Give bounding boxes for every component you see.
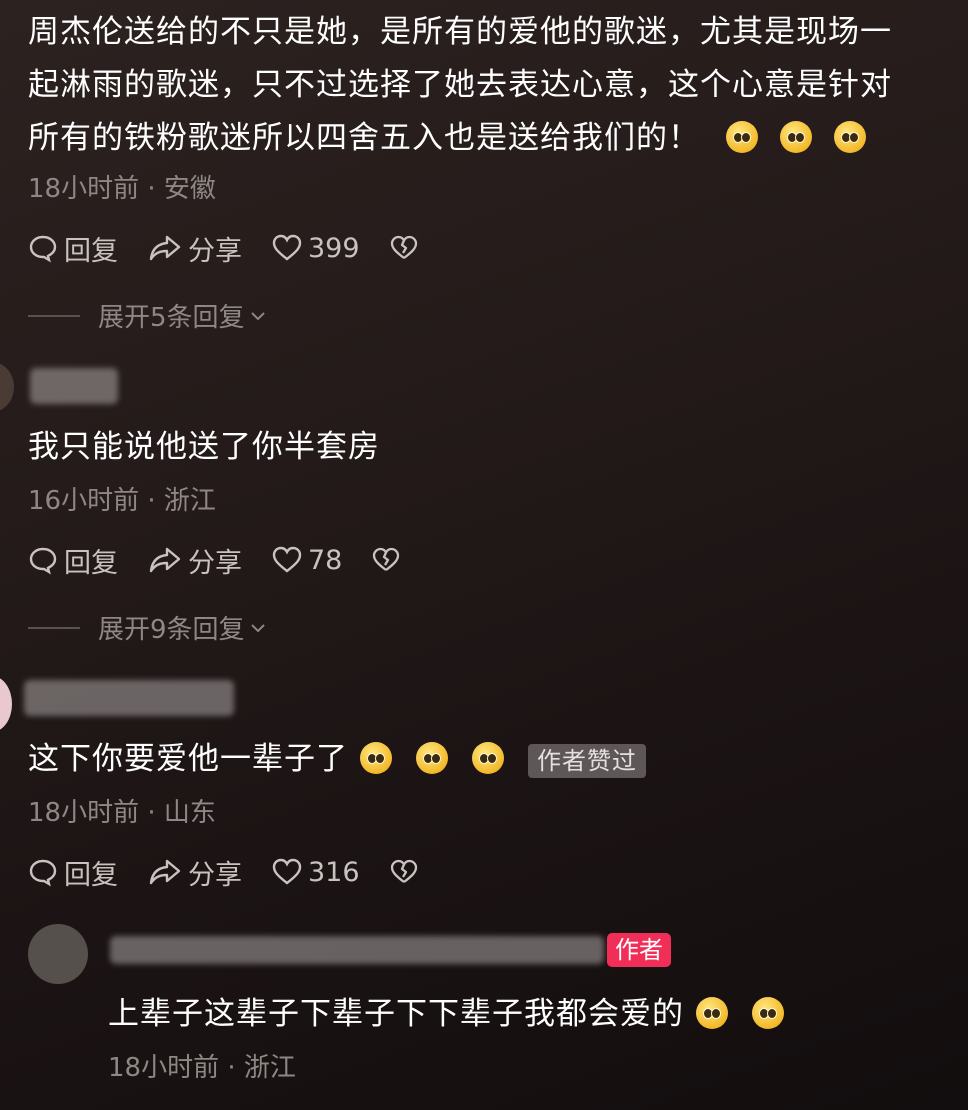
reply-text: 上辈子这辈子下辈子下下辈子我都会爱的 <box>108 988 790 1041</box>
divider <box>28 626 80 629</box>
share-button[interactable]: 分享 <box>148 541 242 580</box>
comment-text-line: 所有的铁粉歌迷所以四舍五入也是送给我们的！ <box>28 120 700 156</box>
dislike-button[interactable] <box>390 859 424 885</box>
comment-text: 这下你要爱他一辈子了 作者赞过 <box>28 733 646 786</box>
loudly-crying-face-emoji <box>696 996 728 1029</box>
share-button[interactable]: 分享 <box>148 229 242 268</box>
avatar[interactable] <box>0 676 12 732</box>
share-icon <box>149 859 181 885</box>
like-button[interactable]: 399 <box>272 233 360 264</box>
chevron-down-icon <box>250 623 265 632</box>
comment-actions: 回复 分享 316 <box>28 852 454 892</box>
comment-text: 周杰伦送给的不只是她，是所有的爱他的歌迷，尤其是现场一 起淋雨的歌迷，只不过选择… <box>28 6 892 165</box>
comment-timestamp: 16小时前 · 浙江 <box>28 486 216 516</box>
reply-text-content: 上辈子这辈子下辈子下下辈子我都会爱的 <box>108 996 684 1032</box>
comment-text-line: 起淋雨的歌迷，只不过选择了她去表达心意，这个心意是针对 <box>28 67 892 103</box>
broken-heart-icon <box>390 235 417 259</box>
blurred-username[interactable] <box>110 936 604 964</box>
divider <box>28 314 80 317</box>
comment-actions: 回复 分享 78 <box>28 540 436 580</box>
comment-text: 我只能说他送了你半套房 <box>28 429 380 465</box>
comment-timestamp: 18小时前 · 安徽 <box>28 174 216 204</box>
dislike-button[interactable] <box>372 547 406 573</box>
reply-icon <box>29 547 57 575</box>
share-icon <box>149 547 181 573</box>
holding-back-tears-emoji <box>360 741 392 774</box>
dislike-button[interactable] <box>390 235 424 261</box>
like-button[interactable]: 78 <box>272 545 342 576</box>
reply-timestamp: 18小时前 · 浙江 <box>108 1053 296 1083</box>
share-button[interactable]: 分享 <box>148 853 242 892</box>
blurred-username[interactable] <box>24 680 234 716</box>
share-label: 分享 <box>188 547 242 579</box>
comment-text-line: 周杰伦送给的不只是她，是所有的爱他的歌迷，尤其是现场一 <box>28 14 892 50</box>
avatar[interactable] <box>0 362 14 412</box>
like-count: 78 <box>308 544 343 576</box>
comment-actions: 回复 分享 399 <box>28 228 454 268</box>
reply-icon <box>29 235 57 263</box>
share-label: 分享 <box>188 859 242 891</box>
like-button[interactable]: 316 <box>272 857 360 888</box>
pleading-face-emoji <box>834 120 866 153</box>
blurred-username[interactable] <box>30 368 118 404</box>
expand-replies-label: 展开9条回复 <box>98 615 245 645</box>
avatar[interactable] <box>28 924 88 984</box>
like-count: 399 <box>308 232 360 264</box>
liked-by-author-badge: 作者赞过 <box>528 743 646 778</box>
reply-button[interactable]: 回复 <box>28 853 118 892</box>
reply-button[interactable]: 回复 <box>28 229 118 268</box>
chevron-down-icon <box>250 311 265 320</box>
comment-text-line: 所有的铁粉歌迷所以四舍五入也是送给我们的！ <box>28 112 892 165</box>
heart-icon <box>272 234 302 261</box>
comment-text-content: 这下你要爱他一辈子了 <box>28 741 348 777</box>
like-count: 316 <box>308 856 360 888</box>
broken-heart-icon <box>390 859 417 883</box>
heart-icon <box>272 546 302 573</box>
expand-replies[interactable]: 展开5条回复 <box>28 297 267 334</box>
reply-icon <box>29 859 57 887</box>
expand-replies[interactable]: 展开9条回复 <box>28 609 267 646</box>
comment-timestamp: 18小时前 · 山东 <box>28 798 216 828</box>
reply-button[interactable]: 回复 <box>28 541 118 580</box>
holding-back-tears-emoji <box>472 741 504 774</box>
reply-label: 回复 <box>64 859 118 891</box>
pleading-face-emoji <box>726 120 758 153</box>
holding-back-tears-emoji <box>416 741 448 774</box>
loudly-crying-face-emoji <box>752 996 784 1029</box>
pleading-face-emoji <box>780 120 812 153</box>
reply-label: 回复 <box>64 547 118 579</box>
broken-heart-icon <box>373 547 400 571</box>
expand-replies-label: 展开5条回复 <box>98 303 245 333</box>
heart-icon <box>272 858 302 885</box>
share-icon <box>149 235 181 261</box>
author-badge: 作者 <box>607 933 671 967</box>
reply-label: 回复 <box>64 235 118 267</box>
share-label: 分享 <box>188 235 242 267</box>
